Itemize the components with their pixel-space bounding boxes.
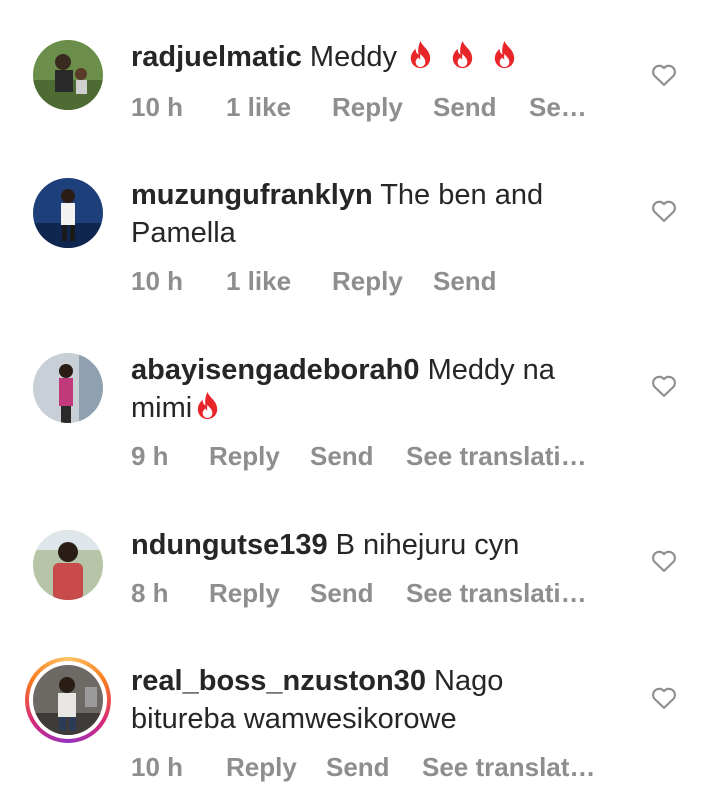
comment-item: abayisengadeborah0 Meddy na mimi 9 h Rep… (0, 325, 720, 500)
heart-outline-icon[interactable] (650, 547, 678, 575)
fire-emoji-icon (452, 40, 473, 69)
comment-body: radjuelmatic Meddy (131, 38, 601, 76)
timestamp: 8 h (131, 578, 169, 608)
fire-emoji-icon (494, 40, 515, 69)
send-button[interactable]: Send (326, 752, 390, 783)
avatar[interactable] (33, 530, 103, 600)
username[interactable]: abayisengadeborah0 (131, 354, 420, 386)
timestamp: 10 h (131, 92, 184, 122)
reply-button[interactable]: Reply (332, 92, 403, 123)
see-translation-link[interactable]: See translat… (422, 752, 595, 783)
timestamp: 9 h (131, 441, 169, 471)
comment-item: real_boss_nzuston30 Nago bitureba wamwes… (0, 640, 720, 802)
comment-body: abayisengadeborah0 Meddy na mimi (131, 351, 601, 427)
timestamp: 10 h (131, 752, 184, 782)
heart-outline-icon[interactable] (650, 61, 678, 89)
send-button[interactable]: Send (433, 266, 497, 297)
comment-body: real_boss_nzuston30 Nago bitureba wamwes… (131, 662, 601, 738)
comment-item: muzungufranklyn The ben and Pamella 10 h… (0, 150, 720, 325)
comment-item: radjuelmatic Meddy 10 h 1 like Reply Sen… (0, 0, 720, 150)
avatar-story-ring[interactable] (25, 657, 111, 743)
avatar[interactable] (33, 178, 103, 248)
likes-count[interactable]: 1 like (226, 92, 291, 123)
heart-outline-icon[interactable] (650, 197, 678, 225)
send-button[interactable]: Send (310, 441, 374, 472)
see-translation-link[interactable]: See translati… (406, 441, 587, 472)
username[interactable]: radjuelmatic (131, 41, 302, 73)
timestamp: 10 h (131, 266, 184, 296)
ring-gap (29, 661, 107, 739)
username[interactable]: muzungufranklyn (131, 179, 373, 211)
send-button[interactable]: Send (433, 92, 497, 123)
reply-button[interactable]: Reply (209, 441, 280, 472)
fire-emoji-icon (198, 391, 218, 420)
comment-body: muzungufranklyn The ben and Pamella (131, 176, 601, 252)
comment-text: B nihejuru cyn (335, 529, 520, 561)
heart-outline-icon[interactable] (650, 372, 678, 400)
reply-button[interactable]: Reply (332, 266, 403, 297)
comment-item: ndungutse139 B nihejuru cyn 8 h Reply Se… (0, 500, 720, 640)
comment-body: ndungutse139 B nihejuru cyn (131, 526, 601, 564)
username[interactable]: ndungutse139 (131, 529, 328, 561)
send-button[interactable]: Send (310, 578, 374, 609)
avatar[interactable] (33, 353, 103, 423)
heart-outline-icon[interactable] (650, 684, 678, 712)
username[interactable]: real_boss_nzuston30 (131, 665, 426, 697)
reply-button[interactable]: Reply (226, 752, 297, 783)
reply-button[interactable]: Reply (209, 578, 280, 609)
see-translation-link[interactable]: See translati… (406, 578, 587, 609)
fire-emoji-icon (410, 40, 431, 69)
likes-count[interactable]: 1 like (226, 266, 291, 297)
avatar (33, 665, 103, 735)
see-translation-link[interactable]: Se… (529, 92, 587, 123)
avatar[interactable] (33, 40, 103, 110)
fire-emoji-group (405, 40, 523, 73)
comment-text: Meddy (309, 41, 397, 73)
